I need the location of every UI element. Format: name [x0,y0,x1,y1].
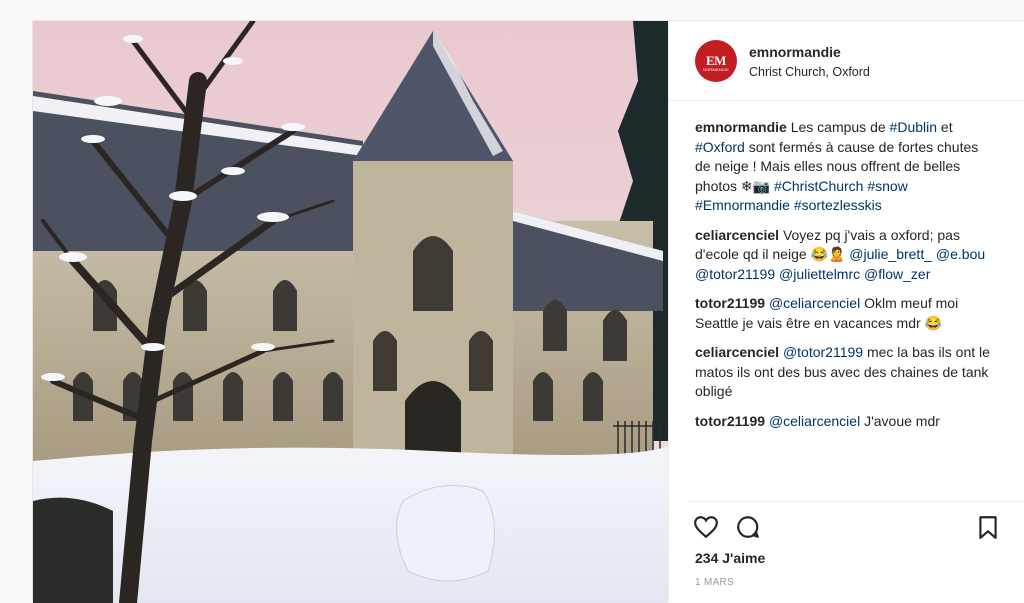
hashtag-link[interactable]: #Dublin [890,119,937,135]
divider [689,501,1024,502]
mention-link[interactable]: @julie_brett_ [849,246,932,262]
post-side-panel: EM NORMANDIE emnormandie Christ Church, … [668,21,1024,603]
hashtag-link[interactable]: #sortezlesskis [794,197,882,213]
comment-item: totor21199 @celiarcenciel Oklm meuf moi … [695,294,995,333]
comment-text: J'avoue mdr [860,412,940,429]
post-header: EM NORMANDIE emnormandie Christ Church, … [669,21,1024,101]
post-date[interactable]: 1 MARS [695,577,734,588]
bookmark-icon[interactable] [975,514,1001,540]
mention-link[interactable]: @juliettelmrc [779,266,860,282]
comment-item: emnormandie Les campus de #Dublin et #Ox… [695,118,995,216]
hashtag-link[interactable]: #Oxford [695,139,745,155]
avatar[interactable]: EM NORMANDIE [695,40,737,82]
mention-link[interactable]: @totor21199 [783,344,863,360]
action-bar [669,506,1024,546]
comment-text: et [937,119,953,135]
photo-snowy-building [33,21,668,603]
hashtag-link[interactable]: #Emnormandie [695,197,790,213]
comments-list: emnormandie Les campus de #Dublin et #Ox… [695,118,995,441]
heart-icon[interactable] [693,514,719,540]
comment-author[interactable]: totor21199 [695,413,765,429]
post-location[interactable]: Christ Church, Oxford [749,65,870,79]
comment-author[interactable]: celiarcenciel [695,227,779,243]
mention-link[interactable]: @totor21199 [695,266,775,282]
comment-author[interactable]: totor21199 [695,295,765,311]
comment-bubble-icon[interactable] [735,514,761,540]
likes-count[interactable]: 234 J'aime [695,550,765,566]
mention-link[interactable]: @celiarcenciel [769,295,860,311]
mention-link[interactable]: @e.bou [936,246,985,262]
comment-text: Les campus de [790,119,890,135]
avatar-subtext: NORMANDIE [702,67,730,72]
comment-item: celiarcenciel Voyez pq j'vais a oxford; … [695,226,995,285]
mention-link[interactable]: @celiarcenciel [769,413,860,429]
mention-link[interactable]: @flow_zer [864,266,930,282]
instagram-post: EM NORMANDIE emnormandie Christ Church, … [32,20,1024,603]
comment-author[interactable]: celiarcenciel [695,344,779,360]
hashtag-link[interactable]: #ChristChurch [774,178,863,194]
comment-item: celiarcenciel @totor21199 mec la bas ils… [695,343,995,402]
hashtag-link[interactable]: #snow [867,178,907,194]
comment-author[interactable]: emnormandie [695,119,787,135]
post-username[interactable]: emnormandie [749,44,841,60]
comment-item: totor21199 @celiarcenciel J'avoue mdr [695,412,995,432]
post-photo[interactable] [33,21,668,603]
